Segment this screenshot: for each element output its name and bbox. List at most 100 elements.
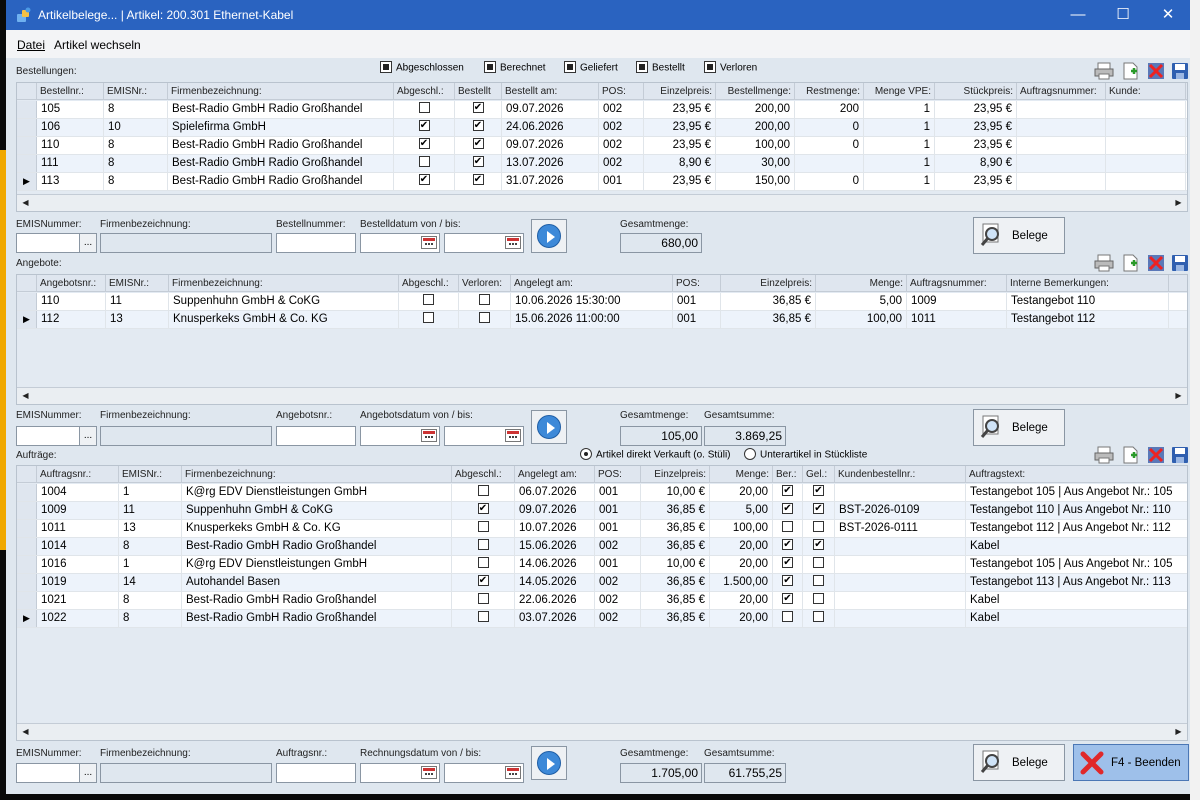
table-row[interactable]: ▶ 112 13 Knusperkeks GmbH & Co. KG 15.06.202… (17, 311, 1187, 329)
belege-button[interactable]: Belege (973, 409, 1065, 446)
checkbox-unchecked[interactable] (813, 557, 824, 569)
checkbox-unchecked[interactable] (423, 312, 434, 324)
column-header[interactable]: Restmenge: (795, 83, 864, 100)
save-icon[interactable] (1170, 254, 1190, 272)
checkbox-cell[interactable] (452, 556, 515, 573)
checkbox-cell[interactable] (773, 610, 803, 627)
delete-icon[interactable] (1146, 62, 1166, 80)
checkbox-cell[interactable]: ✔ (452, 502, 515, 519)
checkbox-checked[interactable]: ✔ (813, 503, 824, 515)
table-row[interactable]: 1011 13 Knusperkeks GmbH & Co. KG 10.07.202… (17, 520, 1187, 538)
scroll-left-icon[interactable]: ◀ (18, 725, 33, 739)
print-icon[interactable] (1094, 254, 1114, 272)
emisnummer-input[interactable] (16, 763, 80, 783)
checkbox-cell[interactable] (452, 592, 515, 609)
table-row[interactable]: 110 11 Suppenhuhn GmbH & CoKG 10.06.2026 15… (17, 293, 1187, 311)
column-header[interactable]: POS: (595, 466, 641, 483)
checkbox-unchecked[interactable] (477, 539, 489, 551)
checkbox-checked[interactable]: ✔ (418, 174, 430, 186)
checkbox-unchecked[interactable] (423, 294, 434, 306)
calendar-icon[interactable] (421, 766, 437, 779)
column-header[interactable]: Abgeschl.: (399, 275, 459, 292)
column-header[interactable]: Gel.: (803, 466, 835, 483)
column-header[interactable]: Ber.: (773, 466, 803, 483)
column-header[interactable]: Bestellt am: (502, 83, 599, 100)
filter-abgeschlossen[interactable]: Abgeschlossen (380, 61, 464, 74)
calendar-icon[interactable] (421, 236, 437, 249)
checkbox-checked[interactable]: ✔ (782, 557, 793, 569)
new-document-icon[interactable] (1120, 446, 1140, 464)
column-header[interactable]: POS: (673, 275, 721, 292)
delete-icon[interactable] (1146, 446, 1166, 464)
column-header[interactable]: Angebotsnr.: (37, 275, 106, 292)
scroll-left-icon[interactable]: ◀ (18, 389, 33, 403)
calendar-icon[interactable] (505, 429, 521, 442)
horizontal-scrollbar[interactable]: ◀ ▶ (17, 194, 1187, 211)
column-header[interactable]: Kundenbestellnr.: (835, 466, 966, 483)
column-header[interactable]: Bestellt (455, 83, 502, 100)
search-play-button[interactable] (531, 219, 567, 253)
checkbox-cell[interactable]: ✔ (455, 155, 502, 172)
checkbox-unchecked[interactable] (813, 593, 824, 605)
checkbox-unchecked[interactable] (813, 575, 824, 587)
checkbox-cell[interactable] (399, 311, 459, 328)
checkbox-cell[interactable] (399, 293, 459, 310)
column-header[interactable]: Auftragstext: (966, 466, 1187, 483)
column-header[interactable]: Abgeschl.: (452, 466, 515, 483)
checkbox-cell[interactable]: ✔ (773, 574, 803, 591)
checkbox-cell[interactable]: ✔ (394, 119, 455, 136)
close-button[interactable]: ✕ (1145, 0, 1190, 30)
table-row[interactable]: 1016 1 K@rg EDV Dienstleistungen GmbH 14.06… (17, 556, 1187, 574)
filter-bestellt[interactable]: Bestellt (636, 61, 685, 74)
checkbox-cell[interactable]: ✔ (455, 137, 502, 154)
search-play-button[interactable] (531, 410, 567, 444)
checkbox-unchecked[interactable] (418, 102, 430, 114)
checkbox-cell[interactable] (452, 484, 515, 501)
checkbox-unchecked[interactable] (782, 521, 793, 533)
checkbox-checked[interactable]: ✔ (418, 120, 430, 132)
filter-geliefert[interactable]: Geliefert (564, 61, 618, 74)
emis-lookup-button[interactable]: ... (79, 426, 97, 446)
checkbox-checked[interactable]: ✔ (477, 575, 489, 587)
filter-verloren[interactable]: Verloren (704, 61, 757, 74)
table-row[interactable]: 106 10 Spielefirma GmbH ✔ ✔ 24.06.2026 002 23,9… (17, 119, 1187, 137)
checkbox-unchecked[interactable] (477, 485, 489, 497)
checkbox-cell[interactable] (394, 101, 455, 118)
column-header[interactable]: Firmenbezeichnung: (168, 83, 394, 100)
belege-button[interactable]: Belege (973, 217, 1065, 254)
checkbox-checked[interactable]: ✔ (472, 102, 484, 114)
column-header[interactable]: Abgeschl.: (394, 83, 455, 100)
maximize-button[interactable]: ☐ (1100, 0, 1146, 30)
horizontal-scrollbar[interactable]: ◀ ▶ (17, 723, 1187, 740)
checkbox-checked[interactable]: ✔ (472, 120, 484, 132)
checkbox-unchecked[interactable] (479, 294, 490, 306)
auftraege-table[interactable]: Auftragsnr.: EMISNr.: Firmenbezeichnung: Ab… (16, 465, 1188, 741)
checkbox-checked[interactable]: ✔ (472, 138, 484, 150)
checkbox-cell[interactable] (394, 155, 455, 172)
checkbox-checked[interactable]: ✔ (782, 575, 793, 587)
checkbox-cell[interactable]: ✔ (773, 484, 803, 501)
checkbox-cell[interactable] (773, 520, 803, 537)
table-row[interactable]: ▶ 113 8 Best-Radio GmbH Radio Großhandel ✔ ✔ 3… (17, 173, 1187, 191)
checkbox-checked[interactable]: ✔ (418, 138, 430, 150)
filter-berechnet[interactable]: Berechnet (484, 61, 546, 74)
column-header[interactable]: Auftragsnummer: (907, 275, 1007, 292)
emis-lookup-button[interactable]: ... (79, 763, 97, 783)
search-play-button[interactable] (531, 746, 567, 780)
checkbox-cell[interactable] (803, 574, 835, 591)
column-header[interactable]: Angelegt am: (511, 275, 673, 292)
column-header[interactable]: Einzelpreis: (644, 83, 716, 100)
checkbox-cell[interactable] (803, 520, 835, 537)
column-header[interactable]: EMISNr.: (119, 466, 182, 483)
table-row[interactable]: 1019 14 Autohandel Basen ✔ 14.05.2026 002 36,8… (17, 574, 1187, 592)
checkbox-unchecked[interactable] (477, 611, 489, 623)
calendar-icon[interactable] (505, 766, 521, 779)
table-row[interactable]: 1009 11 Suppenhuhn GmbH & CoKG ✔ 09.07.2026 0… (17, 502, 1187, 520)
rechnungsdatum-von-input[interactable] (360, 763, 440, 783)
column-header[interactable]: Bestellnr.: (37, 83, 104, 100)
checkbox-unchecked[interactable] (479, 312, 490, 324)
checkbox-checked[interactable]: ✔ (813, 485, 824, 497)
checkbox-cell[interactable] (803, 556, 835, 573)
new-document-icon[interactable] (1120, 62, 1140, 80)
checkbox-unchecked[interactable] (477, 521, 489, 533)
